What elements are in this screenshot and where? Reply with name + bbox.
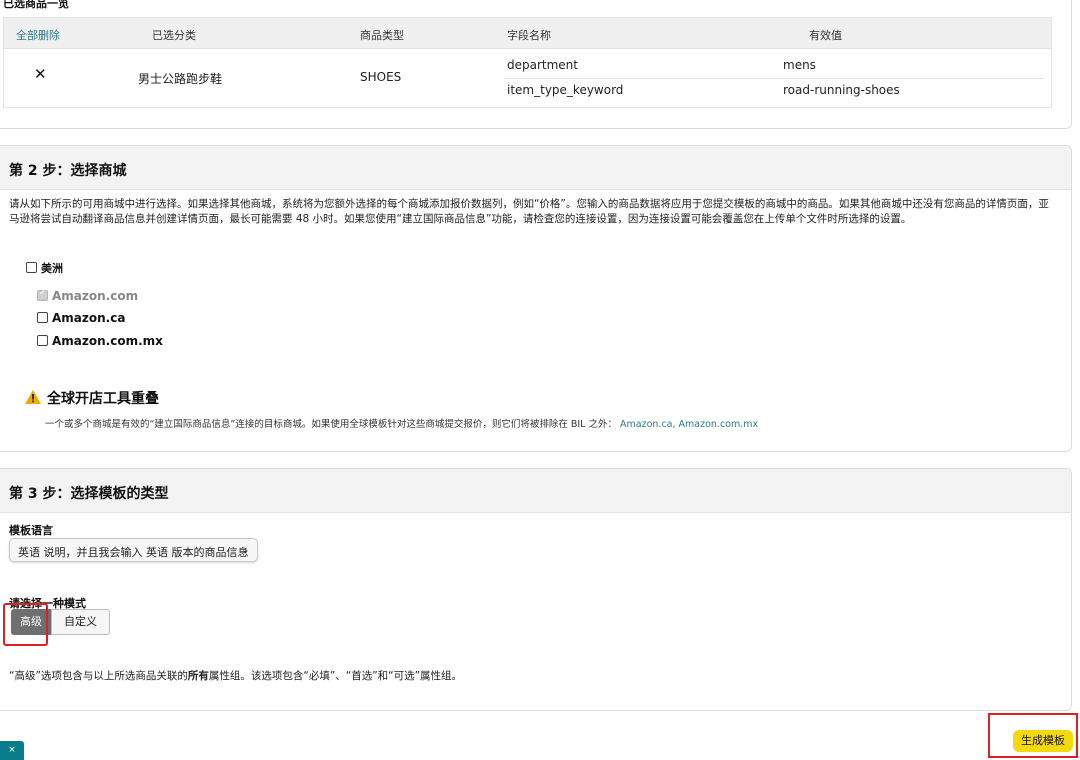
header-category: 已选分类: [152, 29, 196, 42]
warning-body: 一个或多个商城是有效的“建立国际商品信息”连接的目标商城。如果使用全球模板针对这…: [45, 416, 758, 430]
step3-title: 第 3 步：选择模板的类型: [9, 486, 169, 502]
marketplace-checkbox-amazon-com-mx[interactable]: [37, 335, 48, 346]
marketplace-amazon-com: Amazon.com: [37, 288, 139, 303]
header-field-name: 字段名称: [507, 29, 551, 42]
template-language-value: 英语 说明，并且我会输入 英语 版本的商品信息: [18, 546, 249, 559]
warning-triangle-icon: [25, 390, 41, 404]
close-icon[interactable]: ✕: [34, 65, 47, 83]
region-americas[interactable]: 美洲: [26, 260, 63, 276]
marketplace-amazon-ca[interactable]: Amazon.ca: [37, 311, 125, 325]
marketplace-amazon-com-mx[interactable]: Amazon.com.mx: [37, 334, 163, 348]
header-product-type: 商品类型: [360, 29, 404, 42]
field-value-2: road-running-shoes: [783, 83, 900, 97]
mode-note: “高级”选项包含与以上所选商品关联的所有属性组。该选项包含“必填”、“首选”和“…: [9, 669, 529, 684]
table-header: 全部删除 已选分类 商品类型 字段名称 有效值: [4, 18, 1051, 49]
step3-header: 第 3 步：选择模板的类型: [0, 469, 1071, 513]
generate-template-button[interactable]: 生成模板: [1013, 730, 1073, 752]
step2-header: 第 2 步：选择商城: [0, 146, 1071, 190]
region-label: 美洲: [41, 262, 63, 275]
step3-panel: 第 3 步：选择模板的类型 模板语言 英语 说明，并且我会输入 英语 版本的商品…: [0, 468, 1072, 711]
row-product-type: SHOES: [360, 70, 402, 84]
region-checkbox[interactable]: [26, 262, 37, 273]
marketplace-checkbox-amazon-com: [37, 288, 48, 301]
chevron-down-icon: ⌄: [240, 543, 250, 556]
marketplace-label: Amazon.com.mx: [52, 334, 163, 348]
marketplace-label: Amazon.com: [52, 289, 139, 303]
warning-links[interactable]: Amazon.ca, Amazon.com.mx: [620, 419, 758, 430]
mode-note-prefix: “高级”选项包含与以上所选商品关联的: [9, 670, 188, 682]
mode-note-bold: 所有: [187, 670, 209, 682]
template-language-label: 模板语言: [9, 524, 53, 537]
warning-title: 全球开店工具重叠: [47, 391, 159, 407]
field-name-2: item_type_keyword: [507, 83, 624, 97]
step2-description: 请从如下所示的可用商城中进行选择。如果选择其他商城，系统将为您额外选择的每个商城…: [9, 198, 1049, 225]
warning-text: 一个或多个商城是有效的“建立国际商品信息”连接的目标商城。如果使用全球模板针对这…: [45, 419, 617, 430]
mode-note-suffix: 属性组。该选项包含“必填”、“首选”和“可选”属性组。: [208, 670, 463, 682]
template-language-select[interactable]: 英语 说明，并且我会输入 英语 版本的商品信息 ⌄: [9, 538, 258, 562]
marketplace-checkbox-amazon-ca[interactable]: [37, 312, 48, 323]
selected-products-table: 全部删除 已选分类 商品类型 字段名称 有效值 ✕ 男士公路跑步鞋 SHOES …: [3, 17, 1052, 108]
step2-title: 第 2 步：选择商城: [9, 163, 127, 179]
field-name-1: department: [507, 58, 578, 72]
selected-products-panel: 已选商品一览 全部删除 已选分类 商品类型 字段名称 有效值 ✕ 男士公路跑步鞋…: [0, 0, 1072, 129]
selected-products-title: 已选商品一览: [3, 0, 69, 10]
close-button[interactable]: ×: [0, 741, 24, 760]
highlight-box-advanced: [3, 603, 48, 646]
row-category: 男士公路跑步鞋: [138, 72, 223, 86]
marketplace-label: Amazon.ca: [52, 311, 126, 325]
step2-panel: 第 2 步：选择商城 请从如下所示的可用商城中进行选择。如果选择其他商城，系统将…: [0, 145, 1072, 452]
field-value-1: mens: [783, 58, 816, 72]
row-divider: [504, 78, 1044, 79]
header-valid-value: 有效值: [809, 29, 842, 42]
mode-custom-button[interactable]: 自定义: [51, 609, 110, 635]
delete-all-link[interactable]: 全部删除: [16, 27, 60, 43]
